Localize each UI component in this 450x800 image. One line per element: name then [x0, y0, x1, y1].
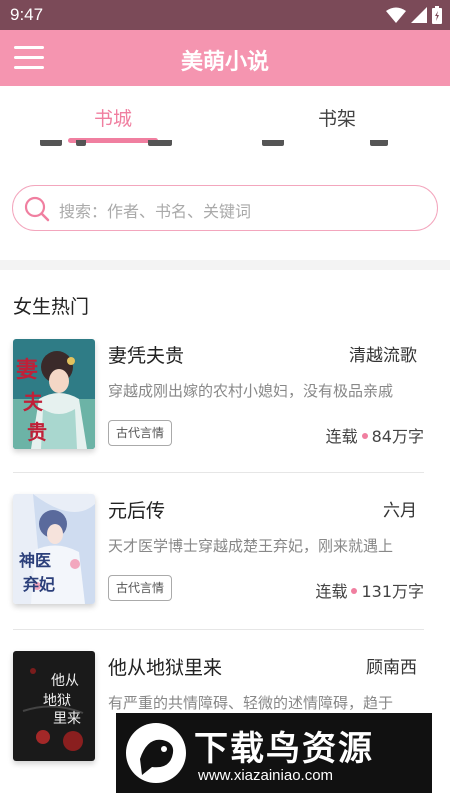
search-input[interactable]: 搜索：作者、书名、关键词 [12, 185, 438, 231]
signal-icon [411, 7, 427, 23]
category-strip-partial [0, 140, 450, 150]
book-cover: 他从 地狱 里来 [13, 651, 95, 761]
watermark-title: 下载鸟资源 [194, 729, 374, 769]
row-separator [13, 629, 424, 630]
dot-separator [361, 433, 368, 439]
tab-bar: 书城 书架 [0, 86, 450, 148]
book-status: 连载 [315, 582, 348, 601]
book-cover: 妻 夫 贵 [13, 339, 95, 449]
book-tag: 古代言情 [108, 420, 173, 446]
watermark-url: www.xiazainiao.com [198, 767, 334, 784]
book-title: 元后传 [108, 500, 166, 522]
book-title: 妻凭夫贵 [108, 345, 185, 367]
svg-text:夫: 夫 [23, 390, 44, 414]
svg-text:地狱: 地狱 [43, 693, 71, 709]
status-icons [386, 6, 442, 24]
svg-text:贵: 贵 [27, 420, 47, 444]
book-status: 连载 [325, 427, 358, 446]
book-stats: 连载 131万字 [315, 578, 424, 602]
battery-icon [432, 6, 442, 24]
svg-text:妻: 妻 [16, 357, 38, 383]
watermark-banner: 下载鸟资源 www.xiazainiao.com [116, 713, 432, 793]
book-tag: 古代言情 [108, 575, 173, 601]
book-description: 穿越成刚出嫁的农村小媳妇，没有极品亲戚 [108, 382, 394, 400]
svg-text:神医: 神医 [19, 551, 51, 570]
book-author: 顾南西 [366, 658, 417, 678]
svg-text:里来: 里来 [53, 711, 81, 727]
search-icon [24, 196, 50, 222]
book-word-count: 131万字 [361, 582, 424, 601]
tab-bookstore[interactable]: 书城 [94, 104, 132, 131]
book-author: 六月 [383, 501, 417, 521]
section-title: 女生热门 [13, 296, 90, 318]
section-divider [0, 260, 450, 270]
book-cover: 神医 弃妃 [13, 494, 95, 604]
app-bar: 美萌小说 [0, 30, 450, 86]
book-word-count: 84万字 [371, 427, 424, 446]
status-bar: 9:47 [0, 0, 450, 30]
book-item[interactable]: 神医 弃妃 元后传 六月 天才医学博士穿越成楚王弃妃，刚来就遇上 古代言情 连载… [0, 494, 450, 649]
book-description: 有严重的共情障碍、轻微的述情障碍，趋于 [108, 694, 394, 712]
book-author: 清越流歌 [349, 346, 417, 366]
dot-separator [351, 588, 358, 594]
svg-text:弃妃: 弃妃 [23, 575, 55, 594]
book-item[interactable]: 妻 夫 贵 妻凭夫贵 清越流歌 穿越成刚出嫁的农村小媳妇，没有极品亲戚 古代言情… [0, 339, 450, 494]
svg-text:他从: 他从 [51, 673, 79, 689]
tab-bookshelf[interactable]: 书架 [318, 104, 356, 131]
row-separator [13, 472, 424, 473]
status-time: 9:47 [10, 5, 44, 24]
book-stats: 连载 84万字 [326, 423, 424, 447]
app-title: 美萌小说 [180, 50, 269, 75]
book-description: 天才医学博士穿越成楚王弃妃，刚来就遇上 [108, 537, 394, 555]
book-title: 他从地狱里来 [108, 657, 223, 679]
wifi-icon [386, 7, 406, 23]
bird-logo-icon [126, 723, 186, 783]
search-placeholder: 搜索：作者、书名、关键词 [59, 202, 252, 221]
